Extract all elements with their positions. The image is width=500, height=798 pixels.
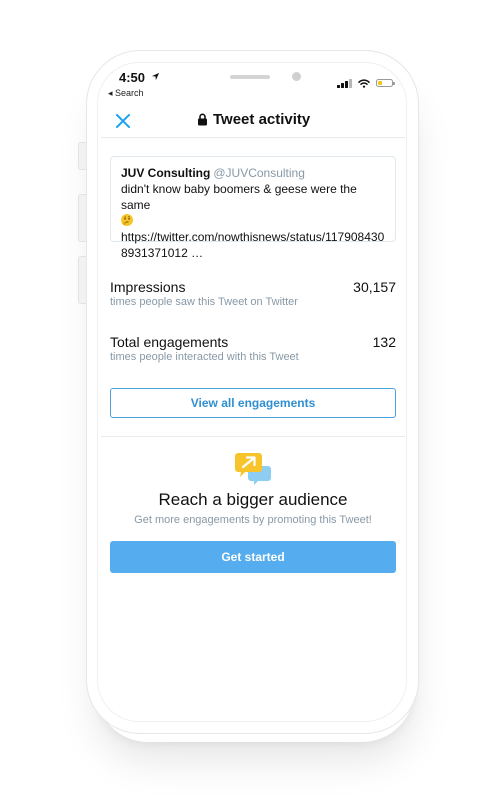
lock-icon	[198, 113, 207, 126]
status-indicators	[337, 78, 395, 88]
back-to-search-link[interactable]: ◂ Search	[108, 88, 144, 99]
thinking-face-emoji	[121, 214, 133, 226]
promo-subtitle: Get more engagements by promoting this T…	[134, 514, 372, 526]
phone-camera	[292, 72, 301, 81]
tweet-author-name: JUV Consulting	[121, 166, 211, 180]
tweet-text: didn't know baby boomers & geese were th…	[121, 182, 357, 212]
tweet-card[interactable]: JUV Consulting @JUVConsulting didn't know…	[110, 156, 396, 260]
header-divider	[101, 137, 405, 138]
page-title: Tweet activity	[213, 111, 311, 128]
close-icon[interactable]	[113, 111, 133, 131]
tweet-author-handle: @JUVConsulting	[213, 166, 305, 180]
location-arrow-icon	[151, 72, 160, 81]
engagements-label: Total engagements	[110, 334, 229, 350]
promote-arrow-chat-icon	[235, 453, 271, 485]
tweet-link-line-2[interactable]: 8931371012 …	[121, 245, 385, 261]
view-all-engagements-button[interactable]: View all engagements	[110, 388, 396, 418]
get-started-button[interactable]: Get started	[110, 541, 396, 573]
impressions-sublabel: times people saw this Tweet on Twitter	[110, 296, 298, 308]
battery-low-icon	[375, 79, 395, 87]
engagements-sublabel: times people interacted with this Tweet	[110, 351, 299, 363]
header-title-group: Tweet activity	[197, 111, 310, 128]
tweet-emoji-line	[121, 213, 385, 229]
engagements-value: 132	[372, 334, 396, 350]
impressions-label: Impressions	[110, 279, 186, 295]
phone-speaker	[230, 75, 270, 79]
signal-bars-icon	[337, 78, 352, 88]
wifi-icon	[357, 78, 370, 88]
tweet-author-line: JUV Consulting @JUVConsulting	[121, 165, 385, 181]
battery-level-fill	[377, 81, 382, 85]
impressions-value: 30,157	[353, 279, 396, 295]
status-time: 4:50	[119, 70, 146, 85]
promo-title: Reach a bigger audience	[158, 490, 348, 509]
tweet-link-line-1[interactable]: https://twitter.com/nowthisnews/status/1…	[121, 229, 385, 245]
section-divider	[101, 436, 405, 437]
